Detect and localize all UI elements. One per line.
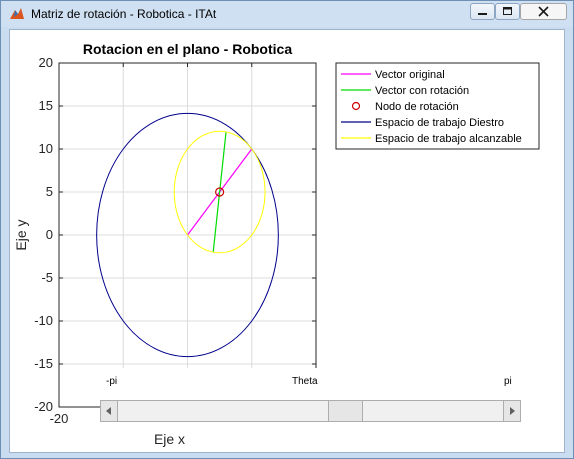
slider-min-label: -pi (106, 376, 118, 387)
theta-slider-panel: -pi Theta pi (100, 368, 521, 428)
y-tick-label: -10 (34, 313, 53, 328)
y-tick-label: -15 (34, 356, 53, 371)
slider-max-label: pi (504, 376, 512, 387)
legend-entry-label: Espacio de trabajo Diestro (375, 117, 504, 129)
legend-entry-label: Vector original (375, 69, 445, 81)
legend-entry-label: Espacio de trabajo alcanzable (375, 133, 522, 145)
y-tick-label: 20 (39, 55, 53, 70)
window-title: Matriz de rotación - Robotica - ITAt (31, 7, 217, 21)
close-icon (538, 6, 549, 17)
y-tick-label: -20 (34, 399, 53, 414)
plot-title: Rotacion en el plano - Robotica (83, 41, 292, 57)
x-axis-label: Eje x (154, 431, 185, 447)
figure-area: -20-100102020151050-5-10-15-20 Rotacion … (9, 29, 565, 453)
y-tick-label: -5 (41, 270, 53, 285)
slider-thumb[interactable] (328, 401, 363, 421)
y-tick-label: 5 (46, 184, 53, 199)
y-tick-label: 15 (39, 98, 53, 113)
arrow-right-icon (510, 407, 515, 415)
y-axis-label: Eje y (13, 219, 29, 250)
slider-right-arrow-button[interactable] (503, 401, 520, 421)
theta-slider[interactable] (100, 400, 521, 422)
minimize-button[interactable] (470, 3, 495, 20)
slider-theta-label: Theta (292, 376, 318, 387)
minimize-icon (478, 13, 487, 15)
arrow-left-icon (106, 407, 111, 415)
legend[interactable]: Vector original Vector con rotación Nodo d… (335, 62, 540, 150)
maximize-button[interactable] (495, 3, 520, 20)
y-tick-label: 0 (46, 227, 53, 242)
slider-left-arrow-button[interactable] (101, 401, 118, 421)
legend-entry-label: Nodo de rotación (375, 101, 459, 113)
application-window: Matriz de rotación - Robotica - ITAt -20… (0, 0, 574, 459)
maximize-icon (503, 7, 512, 15)
matlab-app-icon (10, 8, 24, 19)
title-bar[interactable]: Matriz de rotación - Robotica - ITAt (1, 1, 573, 27)
close-button[interactable] (520, 3, 567, 20)
y-tick-label: 10 (39, 141, 53, 156)
legend-entry-label: Vector con rotación (375, 85, 469, 97)
